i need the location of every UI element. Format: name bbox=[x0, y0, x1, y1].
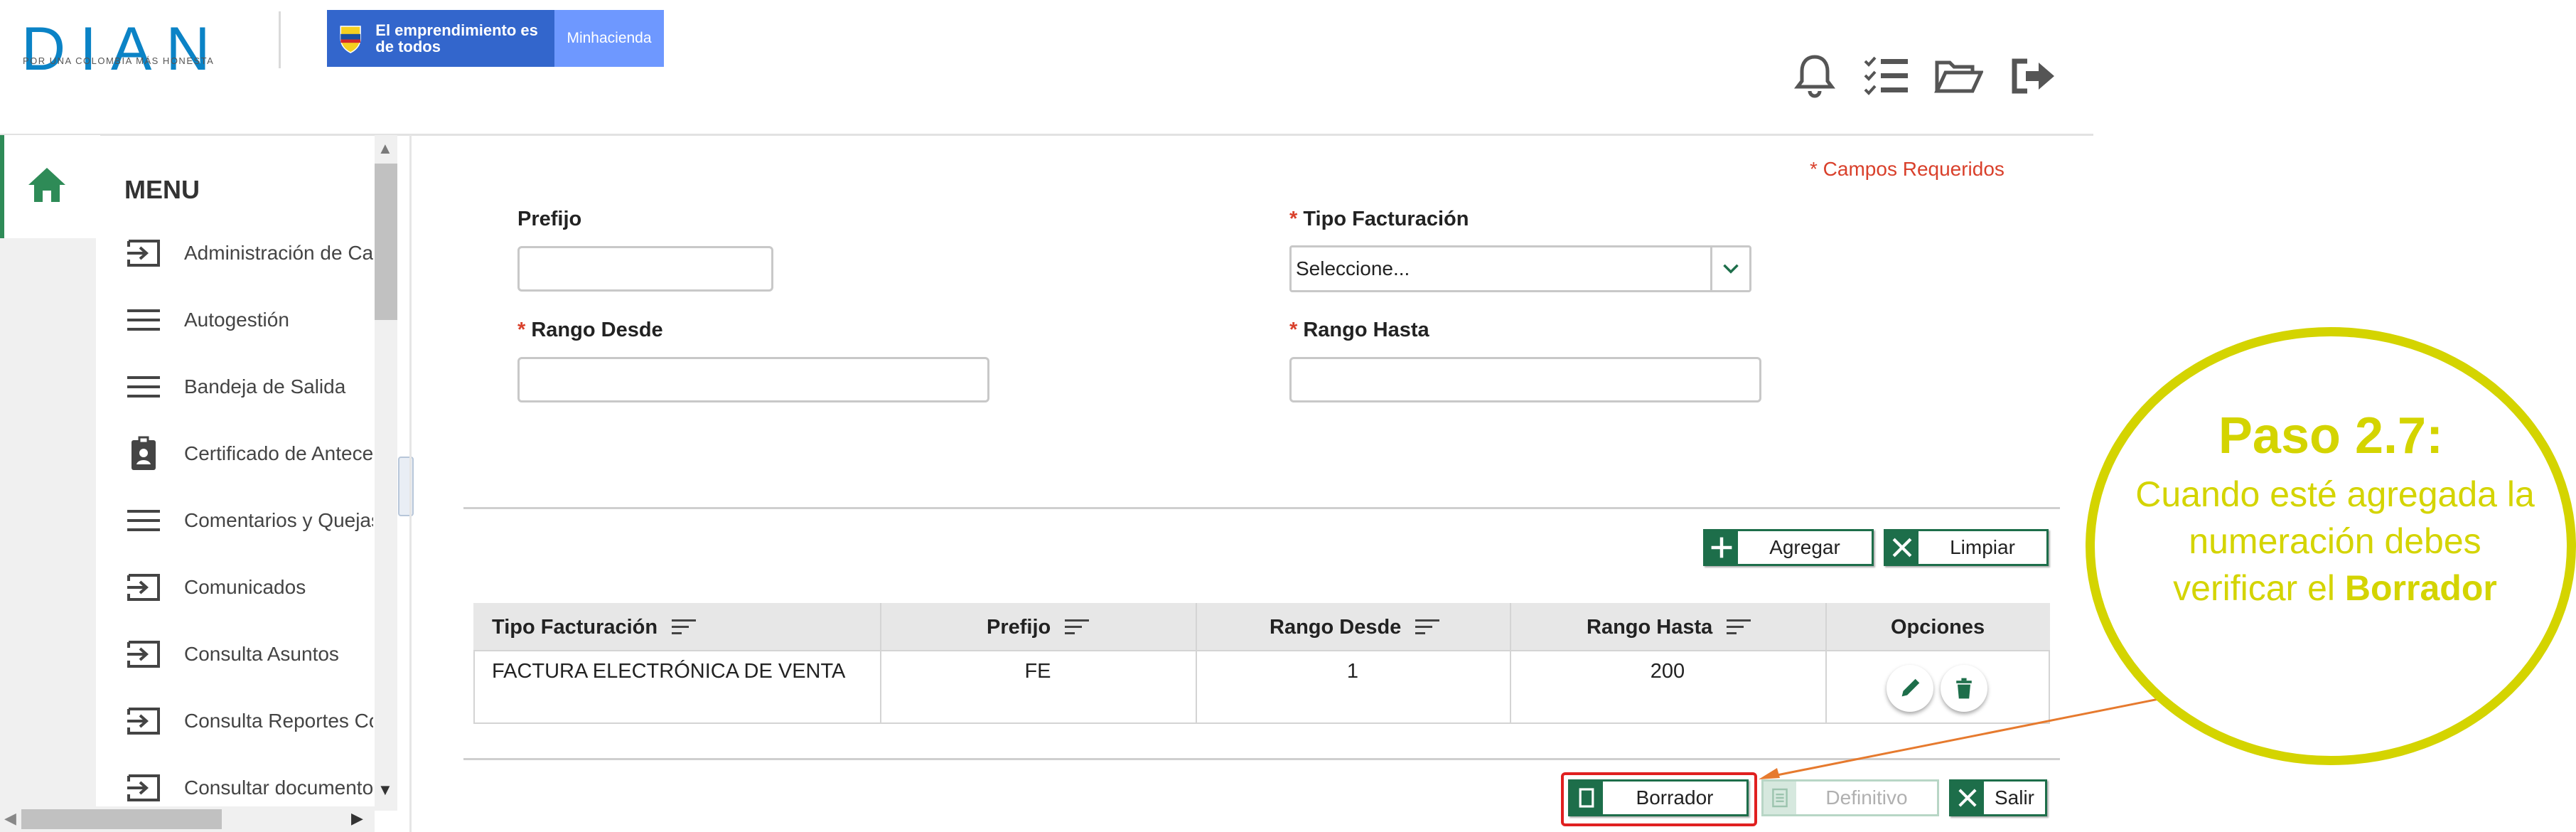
menu-title: MENU bbox=[124, 175, 200, 204]
sidebar-menu-item[interactable]: Consulta Reportes Co bbox=[124, 700, 373, 742]
scroll-left-arrow-icon[interactable]: ◀ bbox=[4, 809, 16, 828]
rango-hasta-label: * Rango Hasta bbox=[1289, 319, 1429, 341]
checklist-icon[interactable] bbox=[1861, 51, 1911, 101]
column-header[interactable]: Tipo Facturación bbox=[492, 603, 699, 651]
table-cell: FACTURA ELECTRÓNICA DE VENTA bbox=[492, 660, 846, 683]
home-icon[interactable] bbox=[26, 164, 68, 206]
callout-title: Paso 2.7: bbox=[2218, 407, 2444, 464]
sidebar-menu-item[interactable]: Consultar documento bbox=[124, 767, 373, 809]
horizontal-scroll-thumb[interactable] bbox=[21, 809, 222, 829]
prefijo-label: Prefijo bbox=[517, 208, 582, 230]
chevron-down-icon[interactable] bbox=[1710, 247, 1749, 290]
tipo-facturacion-value: Seleccione... bbox=[1296, 257, 1410, 279]
sign-in-icon bbox=[124, 568, 163, 607]
bell-icon[interactable] bbox=[1790, 51, 1840, 101]
scroll-down-arrow-icon[interactable]: ▼ bbox=[377, 781, 393, 799]
dian-logo: DIAN bbox=[21, 14, 224, 85]
tipo-facturacion-label: * Tipo Facturación bbox=[1289, 208, 1469, 230]
close-icon bbox=[1886, 531, 1918, 564]
sign-in-icon bbox=[124, 635, 163, 673]
table-cell: FE bbox=[1024, 660, 1051, 683]
sidebar-menu-item[interactable]: Administración de Ca bbox=[124, 232, 373, 274]
sidebar-menu-label: Certificado de Antece bbox=[184, 442, 373, 464]
sidebar-menu-label: Autogestión bbox=[184, 309, 289, 331]
id-badge-icon bbox=[124, 434, 163, 473]
scroll-up-arrow-icon[interactable]: ▲ bbox=[377, 139, 393, 158]
sidebar-menu-label: Comentarios y Quejas bbox=[184, 509, 373, 531]
menu-lines-icon bbox=[124, 368, 163, 406]
rango-desde-input[interactable] bbox=[517, 357, 989, 402]
header-divider bbox=[279, 11, 281, 68]
borrador-highlight-box bbox=[1561, 772, 1757, 826]
table-header bbox=[473, 603, 2050, 651]
sidebar-menu-label: Administración de Ca bbox=[184, 242, 373, 264]
prefijo-input[interactable] bbox=[517, 246, 773, 292]
gov-banner-ministry: Minhacienda bbox=[554, 10, 664, 67]
sign-in-icon bbox=[124, 234, 163, 272]
content-border bbox=[409, 135, 412, 832]
colombia-shield-icon bbox=[340, 26, 361, 53]
sign-in-icon bbox=[124, 702, 163, 740]
sidebar-menu-item[interactable]: Comentarios y Quejas bbox=[124, 499, 373, 542]
dian-slogan: POR UNA COLOMBIA MÁS HONESTA bbox=[23, 55, 215, 66]
tipo-facturacion-select[interactable]: Seleccione... bbox=[1289, 245, 1751, 292]
required-fields-note: * Campos Requeridos bbox=[1810, 158, 2005, 180]
sidebar-menu-label: Comunicados bbox=[184, 576, 306, 598]
sort-icon[interactable] bbox=[1725, 617, 1754, 638]
sidebar-menu-label: Consulta Reportes Co bbox=[184, 710, 373, 732]
menu-lines-icon bbox=[124, 301, 163, 339]
callout-body: Cuando esté agregada la numeración debes… bbox=[2135, 474, 2535, 608]
column-header: Opciones bbox=[1891, 615, 1985, 639]
sign-in-icon bbox=[124, 769, 163, 807]
sort-icon[interactable] bbox=[1063, 617, 1092, 638]
plus-icon bbox=[1705, 531, 1738, 564]
sidebar-menu-label: Consulta Asuntos bbox=[184, 643, 339, 665]
gov-banner-text: El emprendimiento es de todos bbox=[375, 21, 538, 55]
column-header[interactable]: Prefijo bbox=[987, 603, 1092, 651]
agregar-button[interactable]: Agregar bbox=[1703, 529, 1874, 566]
required-star: * bbox=[1289, 208, 1298, 230]
limpiar-button[interactable]: Limpiar bbox=[1884, 529, 2049, 566]
sidebar-menu-item[interactable]: Certificado de Antece bbox=[124, 432, 373, 475]
gov-banner: El emprendimiento es de todos Minhaciend… bbox=[327, 10, 664, 67]
table-cell: 1 bbox=[1346, 660, 1359, 683]
logout-icon[interactable] bbox=[2009, 51, 2059, 101]
sidebar-menu-item[interactable]: Autogestión bbox=[124, 299, 373, 341]
dian-logo-word: DIAN bbox=[21, 15, 225, 83]
section-divider bbox=[463, 507, 2060, 509]
required-star: * bbox=[517, 319, 526, 341]
sort-icon[interactable] bbox=[670, 617, 699, 638]
required-star: * bbox=[1289, 319, 1298, 341]
table-cell: 200 bbox=[1650, 660, 1685, 683]
top-header bbox=[0, 0, 2093, 136]
sort-icon[interactable] bbox=[1414, 617, 1442, 638]
menu-lines-icon bbox=[124, 501, 163, 540]
rango-desde-label: * Rango Desde bbox=[517, 319, 663, 341]
callout-arrow-icon bbox=[1759, 695, 2170, 779]
sidebar-menu-item[interactable]: Consulta Asuntos bbox=[124, 633, 373, 676]
sidebar-rail bbox=[0, 238, 96, 807]
scroll-right-arrow-icon[interactable]: ▶ bbox=[351, 809, 363, 828]
folder-open-icon[interactable] bbox=[1933, 51, 1984, 101]
sidebar-menu-item[interactable]: Comunicados bbox=[124, 566, 373, 609]
sidebar-menu-label: Consultar documento bbox=[184, 777, 373, 799]
column-header[interactable]: Rango Desde bbox=[1270, 603, 1442, 651]
sidebar-menu-item[interactable]: Bandeja de Salida bbox=[124, 366, 373, 408]
sidebar-menu-label: Bandeja de Salida bbox=[184, 375, 346, 398]
column-header[interactable]: Rango Hasta bbox=[1587, 603, 1754, 651]
rango-hasta-input[interactable] bbox=[1289, 357, 1761, 402]
sidebar-scroll-thumb[interactable] bbox=[375, 164, 397, 320]
